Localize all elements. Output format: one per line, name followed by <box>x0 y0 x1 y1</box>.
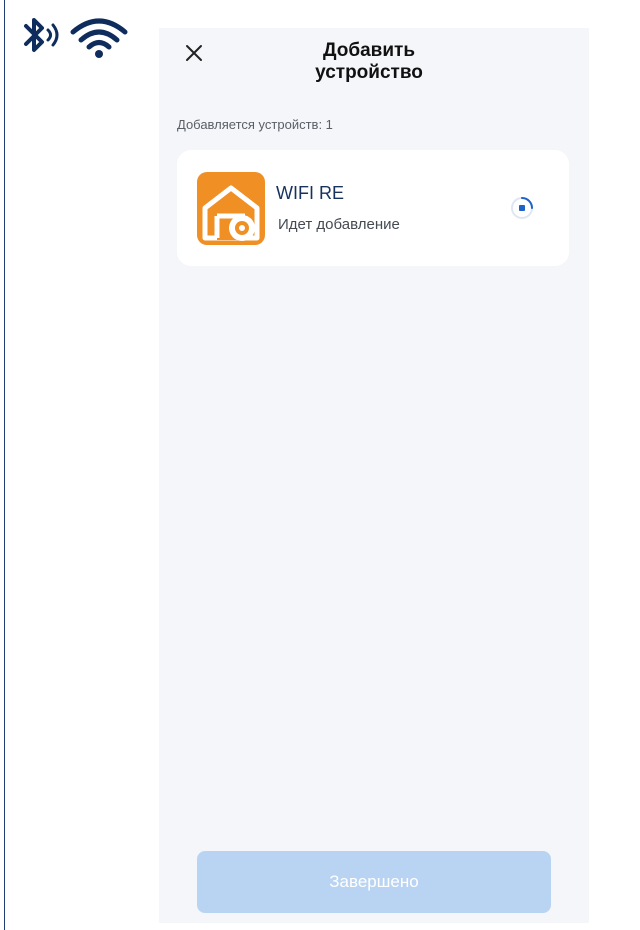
page-left-border <box>4 0 5 930</box>
finish-button[interactable]: Завершено <box>197 851 551 913</box>
page-title: Добавить устройство <box>315 40 423 83</box>
garage-gear-icon <box>197 172 265 245</box>
close-button[interactable] <box>179 38 209 68</box>
wifi-icon <box>70 18 128 58</box>
device-status: Идет добавление <box>278 216 400 233</box>
close-icon <box>186 45 202 61</box>
device-count-label: Добавляется устройств: 1 <box>177 117 333 132</box>
device-name: WIFI RE <box>276 183 344 203</box>
bluetooth-audio-icon <box>24 18 59 52</box>
loading-spinner-icon <box>511 197 533 219</box>
device-card[interactable]: WIFI RE Идет добавление <box>177 150 569 266</box>
add-device-screen: Добавить устройство Добавляется устройст… <box>159 28 589 923</box>
connection-icons <box>20 16 140 66</box>
